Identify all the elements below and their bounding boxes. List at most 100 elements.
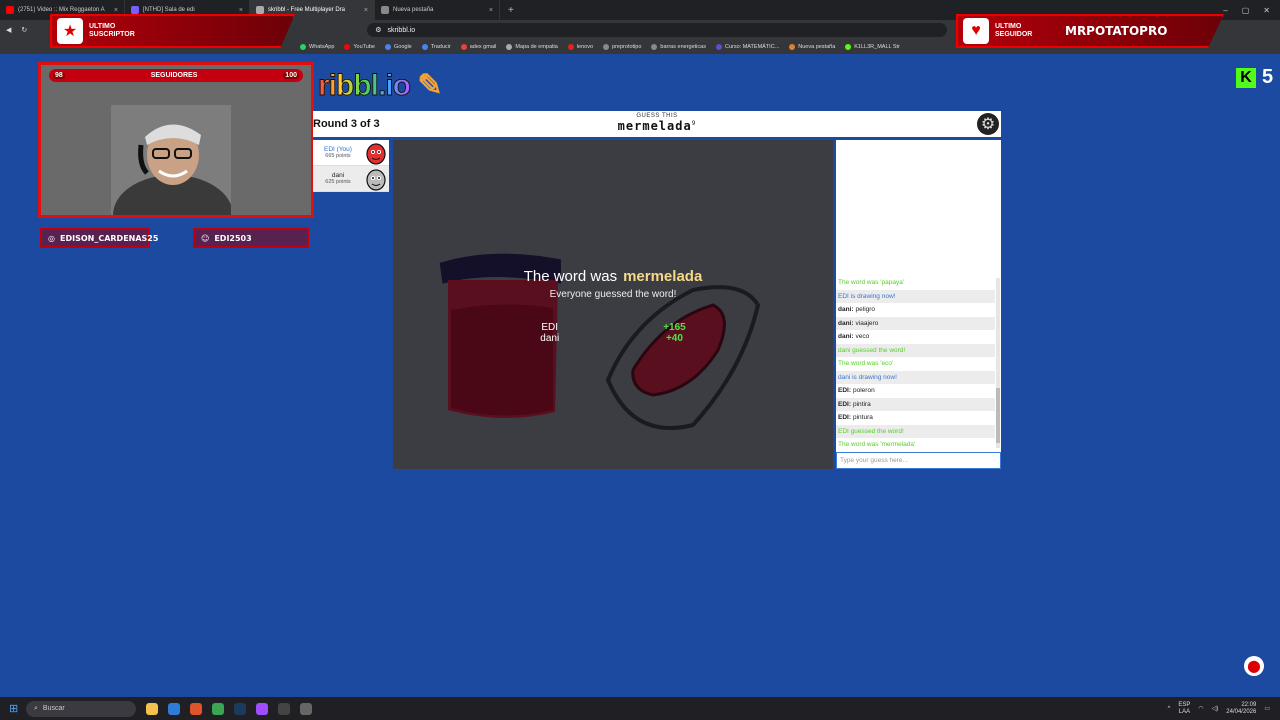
- chat-input[interactable]: Type your guess here...: [836, 452, 1001, 469]
- bookmark-item[interactable]: adex gmail: [460, 44, 496, 50]
- bookmark-label: Curso: MATEMÁTIC...: [724, 44, 780, 50]
- bookmark-item[interactable]: preprototipo: [603, 44, 641, 50]
- bookmark-icon: [506, 44, 513, 50]
- clock[interactable]: 22:09 24/04/2026: [1226, 702, 1256, 716]
- tray-chevron-icon[interactable]: ^: [1168, 706, 1171, 712]
- settings-icon[interactable]: [300, 702, 312, 715]
- player-name: dani: [331, 171, 345, 179]
- chrome-icon[interactable]: [212, 702, 224, 715]
- bookmark-icon: [460, 44, 467, 50]
- chat-text: pintura: [853, 414, 873, 422]
- kick-count: 5: [1262, 66, 1274, 88]
- close-tab-icon[interactable]: ×: [114, 7, 118, 14]
- bookmark-item[interactable]: Google: [385, 44, 412, 50]
- close-window-icon[interactable]: ✕: [1263, 6, 1270, 15]
- bookmark-icon: [567, 44, 574, 50]
- taskbar-search[interactable]: ⌕ Buscar: [26, 700, 136, 717]
- chat-message: dani: peligro: [836, 303, 995, 317]
- bookmark-item[interactable]: barras energeticas: [651, 44, 706, 50]
- volume-icon[interactable]: ◁): [1212, 705, 1219, 712]
- drawing-canvas[interactable]: The word was mermelada Everyone guessed t…: [393, 140, 833, 469]
- bookmark-item[interactable]: Curso: MATEMÁTIC...: [715, 44, 780, 50]
- reveal-title: The word was mermelada: [523, 268, 703, 285]
- site-info-icon[interactable]: ⚙: [375, 26, 381, 34]
- messenger-icon[interactable]: [256, 702, 268, 715]
- bookmark-item[interactable]: Mapa de empatia: [506, 44, 558, 50]
- new-tab-button[interactable]: +: [500, 5, 522, 16]
- bookmark-item[interactable]: lenovo: [567, 44, 593, 50]
- chat-text: peligro: [855, 306, 876, 314]
- pencil-icon: ✎: [417, 69, 442, 102]
- browser-tab[interactable]: Nueva pestaña ×: [375, 0, 500, 20]
- chat-scrollbar[interactable]: [996, 278, 1000, 448]
- chat-message: The word was 'eco': [836, 357, 995, 371]
- tab-title: [NTHD] Sala de edi: [143, 7, 195, 13]
- bookmark-icon: [344, 44, 351, 50]
- instagram-icon: ◎: [48, 233, 55, 243]
- last-follower-name: MRPOTATOPRO: [1065, 24, 1168, 38]
- pdf-reader-icon[interactable]: ⬤: [1244, 656, 1264, 676]
- chat-text: pintira: [853, 400, 871, 408]
- maximize-icon[interactable]: ▢: [1242, 6, 1250, 15]
- score-gains: +165 +40: [663, 322, 686, 344]
- player-name: EDI (You): [324, 145, 352, 153]
- webcam-frame: 98 SEGUIDORES 100: [38, 62, 314, 218]
- close-tab-icon[interactable]: ×: [364, 7, 368, 14]
- bookmark-label: YouTube: [353, 44, 375, 50]
- bookmark-label: Google: [394, 44, 412, 50]
- tab-favicon-icon: [381, 6, 389, 14]
- file-explorer-icon[interactable]: [146, 702, 158, 715]
- windows-taskbar: ⊞ ⌕ Buscar ^ ESP LAA ◠ ◁) 22:09 24/04/2026…: [0, 697, 1280, 720]
- close-tab-icon[interactable]: ×: [489, 7, 493, 14]
- round-scores: EDI dani +165 +40: [393, 322, 833, 344]
- brave-browser-icon[interactable]: [190, 702, 202, 715]
- bookmark-icon: [385, 44, 391, 50]
- bookmark-item[interactable]: YouTube: [344, 44, 375, 50]
- chat-message: EDI is drawing now!: [836, 289, 995, 303]
- word-reveal: The word was mermelada Everyone guessed t…: [393, 268, 833, 300]
- chat-message: EDI: pintira: [836, 397, 995, 411]
- tab-favicon-icon: [131, 6, 139, 14]
- bookmark-label: preprototipo: [612, 44, 642, 50]
- obs-icon[interactable]: [278, 702, 290, 715]
- address-bar[interactable]: ⚙ skribbl.io: [367, 23, 948, 37]
- followers-current: 98: [53, 72, 65, 79]
- language-indicator[interactable]: ESP LAA: [1178, 702, 1190, 716]
- wifi-icon[interactable]: ◠: [1198, 705, 1203, 712]
- steam-icon[interactable]: [234, 702, 246, 715]
- chat-author: EDI:: [838, 414, 851, 422]
- heart-icon: ♥: [963, 18, 989, 44]
- kick-viewer-count: K 5: [1236, 66, 1273, 89]
- bookmark-item[interactable]: Nueva pestaña: [789, 44, 835, 50]
- window-controls: – ▢ ✕: [1223, 6, 1280, 15]
- windows-start-icon[interactable]: ⊞: [9, 702, 18, 715]
- chat-message: dani guessed the word!: [836, 343, 995, 357]
- chat-text: EDI is drawing now!: [838, 292, 896, 300]
- bookmark-icon: [421, 44, 428, 50]
- mail-icon[interactable]: [168, 702, 180, 715]
- settings-gear-icon[interactable]: ⚙: [977, 113, 999, 135]
- bookmark-icon: [300, 44, 306, 50]
- bookmark-icon: [789, 44, 796, 50]
- instagram-handle: ◎ EDISON_CARDENAS25: [40, 228, 158, 248]
- reload-icon[interactable]: ↻: [21, 26, 27, 34]
- discord-handle: ☺ EDI2503: [193, 228, 309, 248]
- notifications-icon[interactable]: ▭: [1264, 705, 1270, 712]
- bookmark-item[interactable]: Traducir: [421, 44, 451, 50]
- last-subscriber-label: ULTIMO SUSCRIPTOR: [89, 23, 135, 38]
- close-tab-icon[interactable]: ×: [239, 7, 243, 14]
- tab-title: (2751) Video :: Mix Reggaeton A: [18, 7, 105, 13]
- scrollbar-thumb[interactable]: [996, 388, 1000, 443]
- back-icon[interactable]: ◀: [6, 26, 11, 34]
- last-follower-overlay: ♥ ULTIMO SEGUIDOR MRPOTATOPRO: [956, 14, 1224, 48]
- search-label: Buscar: [42, 705, 65, 712]
- minimize-icon[interactable]: –: [1223, 6, 1227, 15]
- tab-title: skribbl - Free Multiplayer Dra: [268, 7, 346, 13]
- word-display: mermelada9: [617, 119, 697, 133]
- bookmark-item[interactable]: WhatsApp: [300, 44, 334, 50]
- chat-text: poleron: [853, 387, 875, 395]
- bookmark-item[interactable]: K1LL3R_MALL Str: [845, 44, 900, 50]
- chat-message: dani: veco: [836, 330, 995, 344]
- chat-author: dani:: [838, 306, 854, 314]
- word-hint: GUESS THIS mermelada9: [313, 113, 1001, 133]
